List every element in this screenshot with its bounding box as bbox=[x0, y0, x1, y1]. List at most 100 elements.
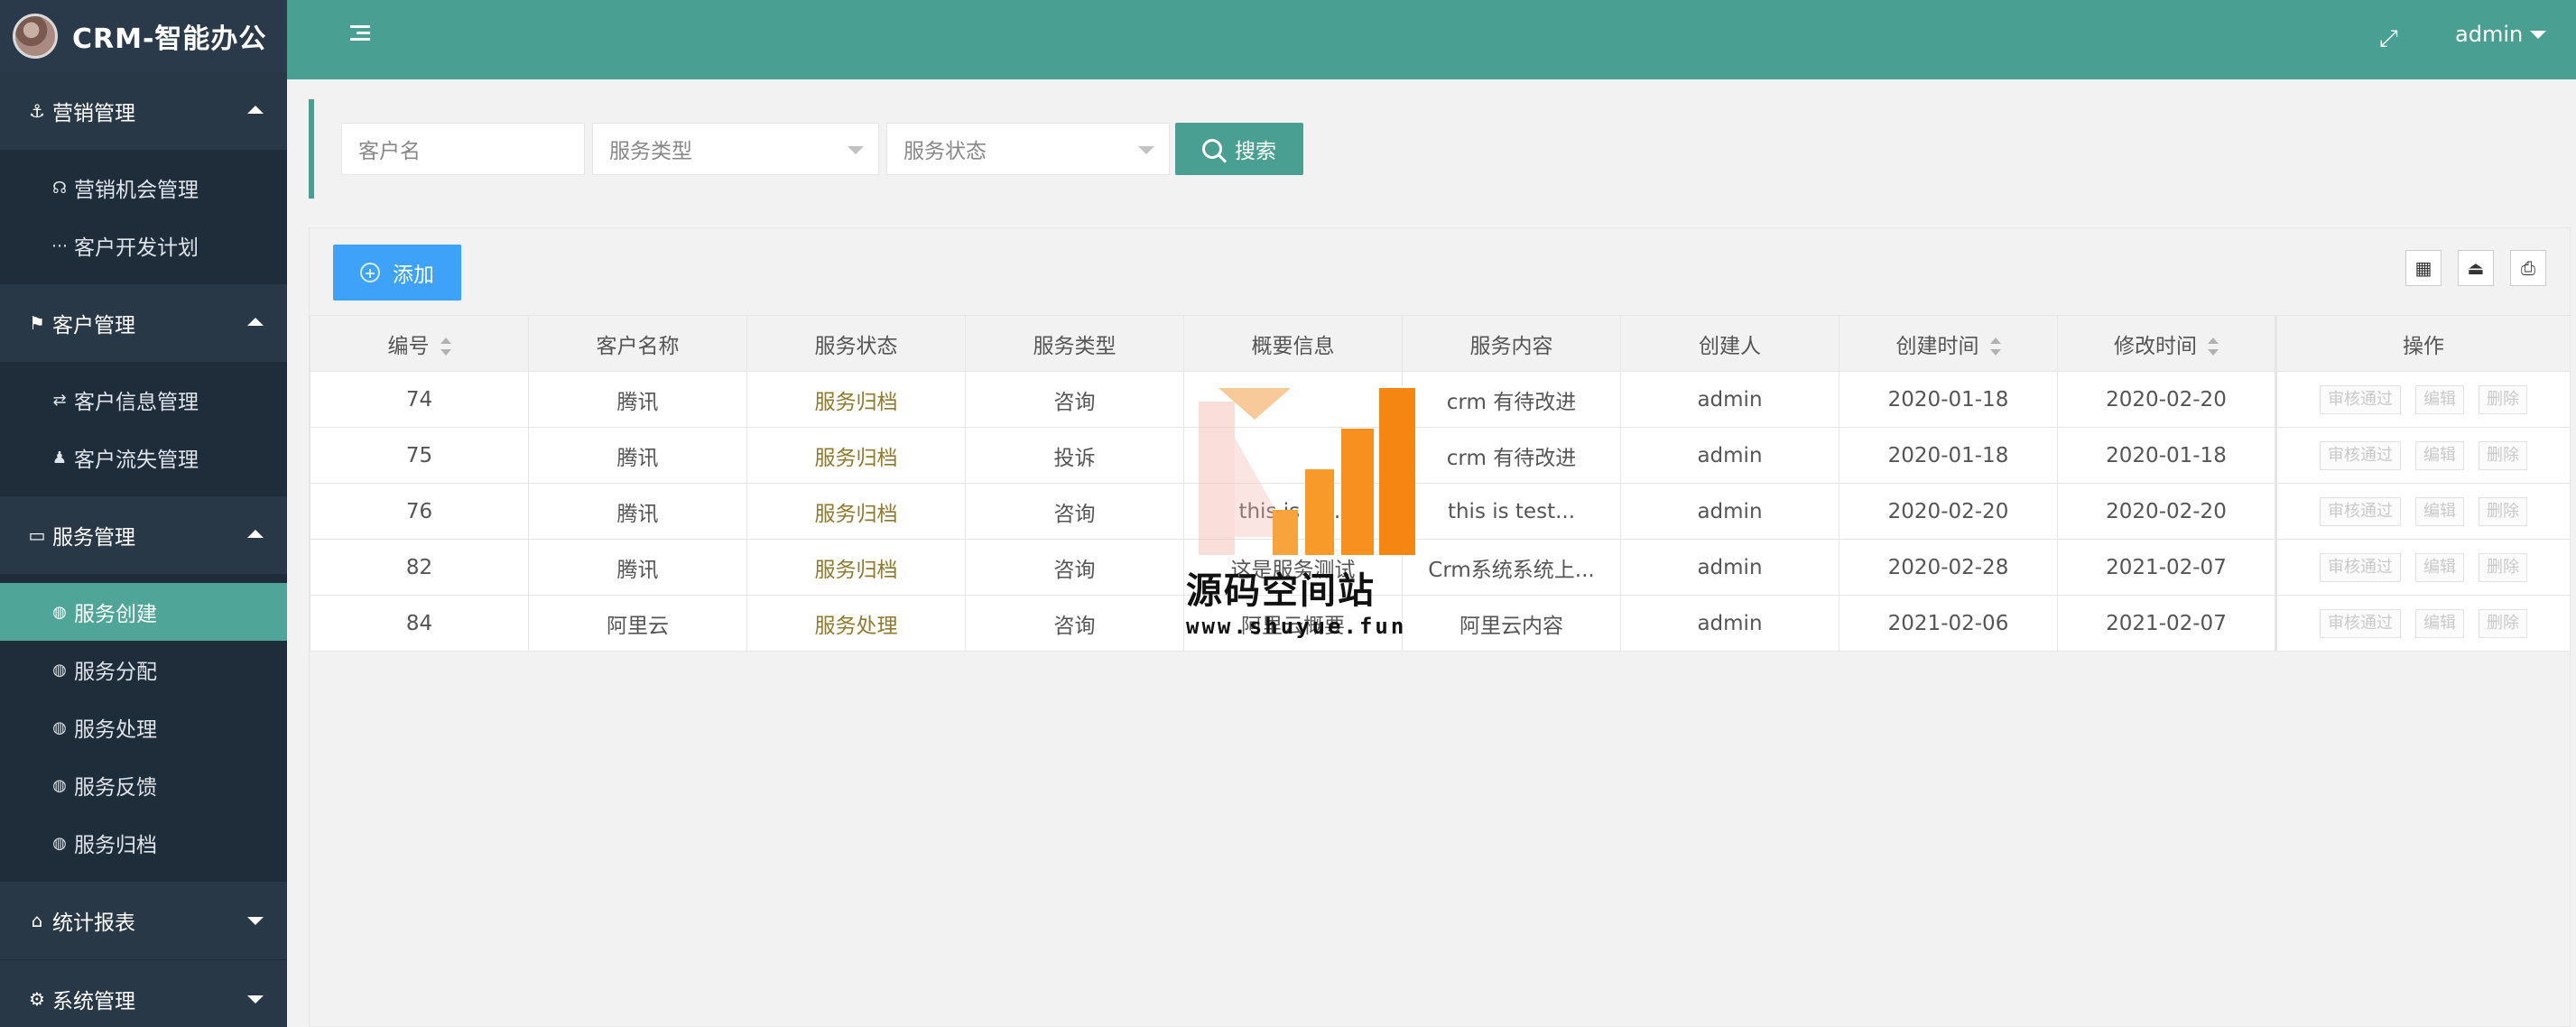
cell-customer: 腾讯 bbox=[528, 539, 747, 596]
menu-title-0[interactable]: ⚓ 营销管理 bbox=[0, 72, 287, 150]
avatar[interactable] bbox=[13, 14, 58, 59]
edit-button[interactable]: 编辑 bbox=[2415, 496, 2464, 526]
sidebar-item-label: 客户流失管理 bbox=[74, 449, 199, 472]
delete-button[interactable]: 删除 bbox=[2479, 608, 2527, 638]
menu-group: ⚓ 营销管理 ☊ 营销机会管理 ⋯ 客户开发计划 bbox=[0, 72, 287, 284]
add-button[interactable]: 添加 bbox=[333, 245, 461, 301]
edit-button[interactable]: 编辑 bbox=[2415, 608, 2464, 638]
columns-filter-icon[interactable]: ▦ bbox=[2405, 250, 2442, 286]
table-row[interactable]: 84 阿里云 服务处理 咨询 阿里云概要 阿里云内容 admin 2021-02-06 2021… bbox=[310, 595, 2571, 652]
cell-actions: 审核通过 编辑 删除 bbox=[2275, 427, 2571, 484]
table-row[interactable]: 76腾讯服务归档咨询this is te...this is test...ad… bbox=[310, 483, 2571, 540]
cell-customer: 腾讯 bbox=[528, 371, 747, 428]
user-menu[interactable]: admin bbox=[2455, 22, 2547, 47]
menu-title-label: 营销管理 bbox=[52, 102, 135, 125]
sidebar-item[interactable]: ◍ 服务反馈 bbox=[0, 756, 287, 814]
table-row[interactable]: 74 腾讯 服务归档 咨询 crm 有待改进 admin 2020-01-18 2020-02… bbox=[310, 371, 2571, 428]
desktop-icon: ▭ bbox=[28, 524, 46, 546]
cell-status: 服务处理 bbox=[746, 595, 966, 652]
delete-button[interactable]: 删除 bbox=[2479, 384, 2527, 414]
sidebar-item-label: 服务分配 bbox=[74, 661, 157, 684]
search-button-label: 搜索 bbox=[1235, 140, 1276, 163]
column-header-label: 服务类型 bbox=[1033, 334, 1117, 358]
logo-area: CRM-智能办公 bbox=[0, 0, 287, 72]
cell-status: 服务归档 bbox=[746, 427, 966, 484]
export-icon[interactable]: ⏏ bbox=[2458, 250, 2494, 286]
cell-status: 服务归档 bbox=[746, 371, 966, 428]
column-header[interactable]: 编号 bbox=[310, 315, 529, 372]
cell-customer: 腾讯 bbox=[528, 483, 747, 540]
table-header-row: 编号 客户名称 服务状态 服务类型 概要信息 服务内容 创建人 创建时间 修改时间 操作 bbox=[310, 315, 2571, 372]
cell-type: 咨询 bbox=[965, 539, 1184, 596]
cell-actions: 审核通过 编辑 删除 bbox=[2275, 539, 2571, 596]
menu-title-2[interactable]: ▭ 服务管理 bbox=[0, 496, 287, 574]
service-status-select[interactable]: 服务状态 bbox=[886, 123, 1170, 175]
service-type-label: 服务类型 bbox=[609, 140, 692, 163]
sidebar-item-label: 服务反馈 bbox=[74, 776, 157, 800]
sidebar-item[interactable]: ◍ 服务分配 bbox=[0, 641, 287, 699]
cogs-icon: ⚙ bbox=[29, 988, 45, 1010]
chevron-down-icon bbox=[2530, 30, 2547, 39]
cell-id: 84 bbox=[310, 595, 529, 652]
menu-title-label: 统计报表 bbox=[52, 911, 135, 935]
delete-button[interactable]: 删除 bbox=[2479, 552, 2527, 582]
cell-creator: admin bbox=[1620, 483, 1839, 540]
approve-button[interactable]: 审核通过 bbox=[2320, 496, 2401, 526]
approve-button[interactable]: 审核通过 bbox=[2320, 440, 2401, 470]
table-body: 74 腾讯 服务归档 咨询 crm 有待改进 admin 2020-01-18 2020-02… bbox=[310, 371, 2571, 652]
sidebar-item[interactable]: ♟ 客户流失管理 bbox=[0, 429, 287, 486]
cell-type: 投诉 bbox=[965, 427, 1184, 484]
delete-button[interactable]: 删除 bbox=[2479, 496, 2527, 526]
sidebar-item[interactable]: ⋯ 客户开发计划 bbox=[0, 217, 287, 274]
column-header-label: 创建人 bbox=[1699, 334, 1761, 358]
cell-modified: 2020-01-18 bbox=[2057, 427, 2276, 484]
edit-button[interactable]: 编辑 bbox=[2415, 552, 2464, 582]
service-type-select[interactable]: 服务类型 bbox=[592, 123, 879, 175]
column-header: 服务类型 bbox=[965, 315, 1184, 372]
cell-content: this is test... bbox=[1402, 483, 1621, 540]
sidebar-item[interactable]: ⇄ 客户信息管理 bbox=[0, 371, 287, 429]
column-header[interactable]: 创建时间 bbox=[1839, 315, 2058, 372]
sort-icon[interactable] bbox=[2208, 338, 2219, 356]
sidebar-item[interactable]: ◍ 服务归档 bbox=[0, 814, 287, 872]
sort-icon[interactable] bbox=[440, 338, 451, 356]
sort-icon[interactable] bbox=[1989, 338, 2001, 356]
print-icon[interactable]: ⎙ bbox=[2510, 250, 2546, 286]
chevron-down-icon bbox=[848, 146, 864, 154]
menu-group: ⚑ 客户管理 ⇄ 客户信息管理 ♟ 客户流失管理 bbox=[0, 284, 287, 496]
menu-group: ⚙ 系统管理 bbox=[0, 960, 287, 1027]
username: admin bbox=[2455, 22, 2524, 47]
customer-name-input[interactable]: 客户名 bbox=[341, 123, 585, 175]
chevron-up-icon bbox=[247, 530, 264, 538]
cell-id: 75 bbox=[310, 427, 529, 484]
sidebar-item[interactable]: ☊ 营销机会管理 bbox=[0, 159, 287, 217]
menu-title-1[interactable]: ⚑ 客户管理 bbox=[0, 284, 287, 362]
approve-button[interactable]: 审核通过 bbox=[2320, 384, 2401, 414]
sidebar-item-label: 客户信息管理 bbox=[74, 391, 199, 414]
chevron-up-icon bbox=[247, 106, 264, 114]
cell-creator: admin bbox=[1620, 595, 1839, 652]
sidebar-item[interactable]: ◍ 服务处理 bbox=[0, 699, 287, 756]
approve-button[interactable]: 审核通过 bbox=[2320, 552, 2401, 582]
cell-modified: 2021-02-07 bbox=[2057, 539, 2276, 596]
tachometer-icon: ☊ bbox=[52, 178, 67, 198]
cell-creator: admin bbox=[1620, 539, 1839, 596]
column-header-label: 概要信息 bbox=[1251, 334, 1335, 358]
search-button[interactable]: 搜索 bbox=[1175, 123, 1303, 175]
sidebar-item[interactable]: ◍ 服务创建 bbox=[0, 583, 287, 641]
fullscreen-icon[interactable]: ⤢ bbox=[2379, 25, 2398, 53]
table-row[interactable]: 75 腾讯 服务归档 投诉 crm 有待改进 admin 2020-01-18 2020-01… bbox=[310, 427, 2571, 484]
menu-title-4[interactable]: ⚙ 系统管理 bbox=[0, 960, 287, 1027]
column-header[interactable]: 修改时间 bbox=[2057, 315, 2276, 372]
table-row[interactable]: 82 腾讯 服务归档 咨询 这是服务测试 Crm系统系统上... admin 2020-02-… bbox=[310, 539, 2571, 596]
edit-button[interactable]: 编辑 bbox=[2415, 384, 2464, 414]
edit-button[interactable]: 编辑 bbox=[2415, 440, 2464, 470]
menu-title-3[interactable]: ⌂ 统计报表 bbox=[0, 882, 287, 959]
cell-status: 服务归档 bbox=[746, 539, 966, 596]
cell-customer: 阿里云 bbox=[528, 595, 747, 652]
topbar: ⤢ admin bbox=[287, 0, 2576, 79]
column-header: 操作 bbox=[2275, 315, 2571, 372]
menu-toggle-icon[interactable] bbox=[350, 25, 370, 43]
delete-button[interactable]: 删除 bbox=[2479, 440, 2527, 470]
approve-button[interactable]: 审核通过 bbox=[2320, 608, 2401, 638]
